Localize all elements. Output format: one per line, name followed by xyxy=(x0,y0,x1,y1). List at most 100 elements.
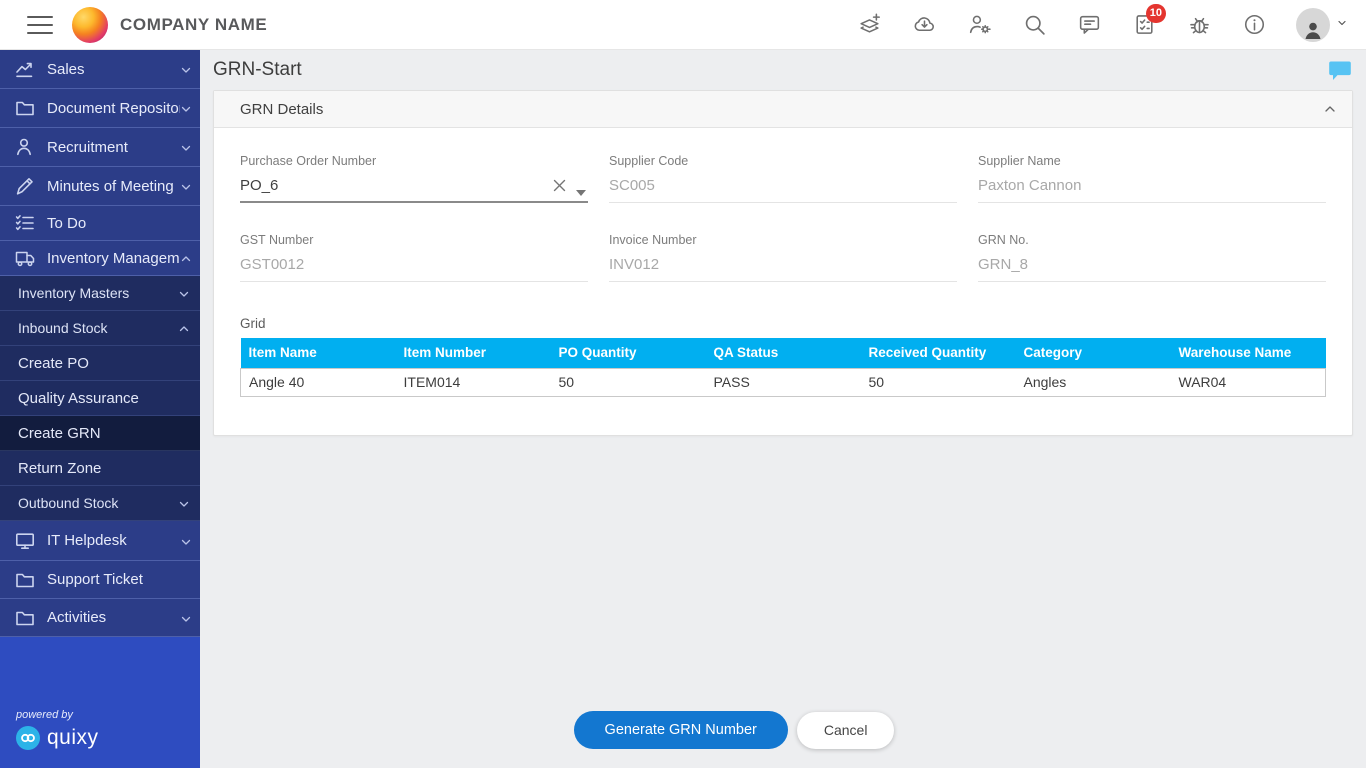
sidebar-item-support-ticket[interactable]: Support Ticket xyxy=(0,561,200,599)
folder-icon xyxy=(14,569,36,591)
quixy-logo-icon xyxy=(16,726,40,750)
user-settings-icon[interactable] xyxy=(966,12,992,38)
sidebar-item-inbound-stock[interactable]: Inbound Stock xyxy=(0,311,200,346)
col-received-quantity: Received Quantity xyxy=(861,338,1016,368)
sidebar-item-inventory-management[interactable]: Inventory Management xyxy=(0,241,200,276)
chevron-down-icon xyxy=(178,287,190,299)
company-logo xyxy=(72,7,108,43)
chevron-down-icon xyxy=(180,102,192,114)
field-value: Paxton Cannon xyxy=(978,177,1326,194)
panel-title: GRN Details xyxy=(240,101,1322,118)
supplier-name-input[interactable]: Paxton Cannon xyxy=(978,177,1326,203)
cell-category: Angles xyxy=(1016,368,1171,396)
sales-chart-icon xyxy=(14,58,36,80)
chevron-up-icon xyxy=(178,322,190,334)
folder-icon xyxy=(14,97,36,119)
powered-by-block: powered by quixy xyxy=(0,709,200,768)
sidebar-spacer xyxy=(0,637,200,709)
cell-warehouse-name: WAR04 xyxy=(1171,368,1326,396)
add-layers-icon[interactable] xyxy=(856,12,882,38)
col-qa-status: QA Status xyxy=(706,338,861,368)
user-avatar-menu[interactable] xyxy=(1296,8,1348,42)
cancel-button[interactable]: Cancel xyxy=(797,712,895,749)
sidebar-item-outbound-stock[interactable]: Outbound Stock xyxy=(0,486,200,521)
chevron-down-icon xyxy=(180,535,192,547)
cloud-download-icon[interactable] xyxy=(911,12,937,38)
pen-icon xyxy=(14,175,36,197)
col-item-number: Item Number xyxy=(396,338,551,368)
generate-grn-number-button[interactable]: Generate GRN Number xyxy=(574,711,788,749)
sidebar-item-recruitment[interactable]: Recruitment xyxy=(0,128,200,167)
chat-bubble-icon[interactable] xyxy=(1328,59,1352,81)
sidebar-item-to-do[interactable]: To Do xyxy=(0,206,200,241)
field-label: Supplier Name xyxy=(978,154,1326,168)
col-item-name: Item Name xyxy=(241,338,396,368)
col-category: Category xyxy=(1016,338,1171,368)
field-label: GRN No. xyxy=(978,233,1326,247)
sidebar-item-document-repository[interactable]: Document Repository xyxy=(0,89,200,128)
quixy-brand-name: quixy xyxy=(47,726,99,750)
purchase-order-number-input[interactable]: PO_6 xyxy=(240,177,588,203)
invoice-number-field: Invoice Number INV012 xyxy=(609,233,957,282)
table-row[interactable]: Angle 40 ITEM014 50 PASS 50 Angles WAR04 xyxy=(241,368,1326,396)
field-label: Supplier Code xyxy=(609,154,957,168)
grn-no-field: GRN No. GRN_8 xyxy=(978,233,1326,282)
table-header-row: Item Name Item Number PO Quantity QA Sta… xyxy=(241,338,1326,368)
notification-badge: 10 xyxy=(1146,4,1166,23)
sidebar-item-sales[interactable]: Sales xyxy=(0,50,200,89)
sidebar-item-it-helpdesk[interactable]: IT Helpdesk xyxy=(0,521,200,561)
sidebar-item-return-zone[interactable]: Return Zone xyxy=(0,451,200,486)
panel-header[interactable]: GRN Details xyxy=(214,91,1352,128)
app-window: COMPANY NAME xyxy=(0,0,1366,768)
supplier-code-input[interactable]: SC005 xyxy=(609,177,957,203)
chevron-down-icon xyxy=(180,180,192,192)
sidebar-item-inventory-masters[interactable]: Inventory Masters xyxy=(0,276,200,311)
dropdown-caret-icon[interactable] xyxy=(576,183,586,189)
items-table: Item Name Item Number PO Quantity QA Sta… xyxy=(240,338,1326,397)
chevron-down-icon xyxy=(180,612,192,624)
field-label: Invoice Number xyxy=(609,233,957,247)
grid-label: Grid xyxy=(240,316,1326,331)
chevron-down-icon xyxy=(178,497,190,509)
chevron-up-icon xyxy=(180,252,192,264)
sidebar-item-create-po[interactable]: Create PO xyxy=(0,346,200,381)
company-name: COMPANY NAME xyxy=(120,15,267,35)
hamburger-menu-icon[interactable] xyxy=(27,16,53,34)
field-value: GST0012 xyxy=(240,256,588,273)
task-list-icon[interactable]: 10 xyxy=(1131,12,1157,38)
truck-icon xyxy=(14,247,36,269)
todo-list-icon xyxy=(14,212,36,234)
field-label: GST Number xyxy=(240,233,588,247)
bug-report-icon[interactable] xyxy=(1186,12,1212,38)
field-value: INV012 xyxy=(609,256,957,273)
sidebar-item-quality-assurance[interactable]: Quality Assurance xyxy=(0,381,200,416)
cell-item-number: ITEM014 xyxy=(396,368,551,396)
powered-by-label: powered by xyxy=(16,709,200,721)
grn-no-input[interactable]: GRN_8 xyxy=(978,256,1326,282)
sidebar-item-activities[interactable]: Activities xyxy=(0,599,200,637)
page-title-row: GRN-Start xyxy=(200,50,1366,90)
chevron-up-icon[interactable] xyxy=(1322,101,1338,117)
purchase-order-number-field: Purchase Order Number PO_6 xyxy=(240,154,588,203)
cell-item-name: Angle 40 xyxy=(241,368,396,396)
cell-qa-status: PASS xyxy=(706,368,861,396)
avatar xyxy=(1296,8,1330,42)
info-icon[interactable] xyxy=(1241,12,1267,38)
invoice-number-input[interactable]: INV012 xyxy=(609,256,957,282)
sidebar-item-create-grn[interactable]: Create GRN xyxy=(0,416,200,451)
sidebar-item-minutes-of-meeting[interactable]: Minutes of Meeting xyxy=(0,167,200,206)
gst-number-input[interactable]: GST0012 xyxy=(240,256,588,282)
clear-icon[interactable] xyxy=(553,179,566,192)
feedback-chat-icon[interactable] xyxy=(1076,12,1102,38)
main-content: GRN-Start GRN Details Purchase Order Num… xyxy=(200,50,1366,768)
search-icon[interactable] xyxy=(1021,12,1047,38)
folder-icon xyxy=(14,607,36,629)
chevron-down-icon xyxy=(180,141,192,153)
grn-details-panel: GRN Details Purchase Order Number PO_6 xyxy=(213,90,1353,436)
field-value: SC005 xyxy=(609,177,957,194)
field-label: Purchase Order Number xyxy=(240,154,588,168)
col-po-quantity: PO Quantity xyxy=(551,338,706,368)
monitor-icon xyxy=(14,530,36,552)
chevron-down-icon xyxy=(180,63,192,75)
topbar-icon-group: 10 xyxy=(856,8,1348,42)
